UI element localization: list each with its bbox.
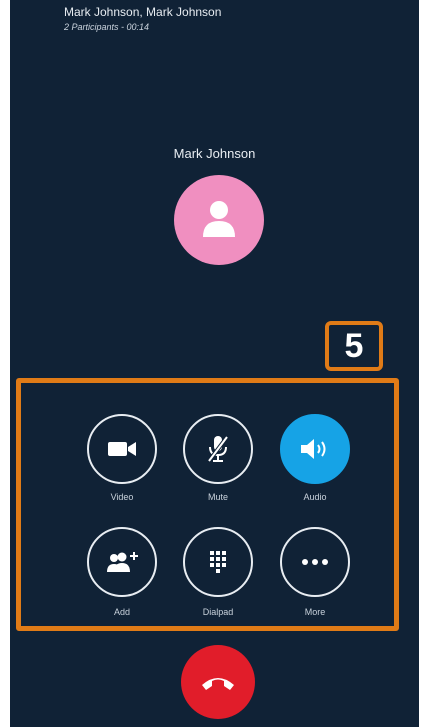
avatar bbox=[174, 175, 264, 265]
call-header: Mark Johnson, Mark Johnson 2 Participant… bbox=[64, 5, 222, 33]
call-title: Mark Johnson, Mark Johnson bbox=[64, 5, 222, 19]
controls-highlight-box bbox=[16, 378, 399, 631]
person-icon bbox=[203, 201, 235, 237]
call-subtitle: 2 Participants - 00:14 bbox=[64, 22, 150, 32]
end-call-icon bbox=[202, 678, 234, 690]
hangup-button[interactable] bbox=[181, 645, 255, 719]
participant-name: Mark Johnson bbox=[173, 146, 256, 161]
callout-badge: 5 bbox=[325, 321, 383, 371]
